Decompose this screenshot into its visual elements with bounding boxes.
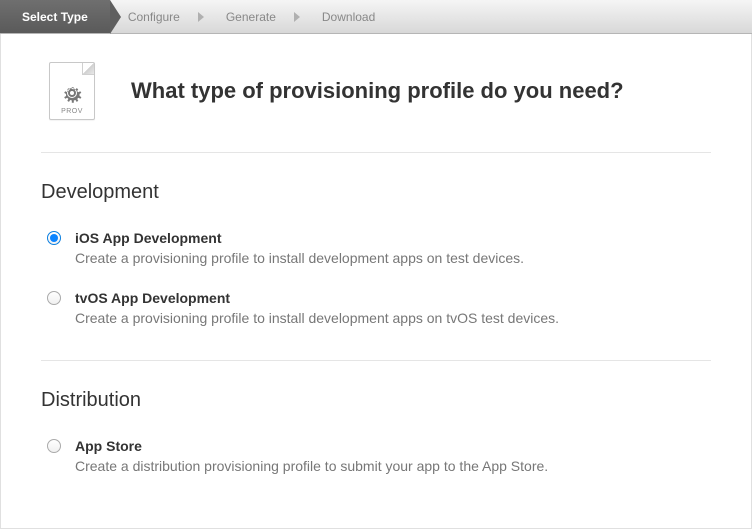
option-description: Create a provisioning profile to install…	[75, 310, 711, 326]
section-distribution: Distribution App Store Create a distribu…	[1, 361, 751, 508]
content-area: PROV What type of provisioning profile d…	[0, 34, 752, 529]
radio-input[interactable]	[47, 291, 61, 305]
option-description: Create a provisioning profile to install…	[75, 250, 711, 266]
option-app-store[interactable]: App Store Create a distribution provisio…	[41, 438, 711, 498]
option-text: iOS App Development Create a provisionin…	[75, 230, 711, 266]
option-label: App Store	[75, 438, 711, 454]
breadcrumb-step-download[interactable]: Download	[304, 0, 403, 33]
option-label: tvOS App Development	[75, 290, 711, 306]
option-text: tvOS App Development Create a provisioni…	[75, 290, 711, 326]
section-development: Development iOS App Development Create a…	[1, 153, 751, 360]
breadcrumb-label: Configure	[128, 10, 180, 24]
option-text: App Store Create a distribution provisio…	[75, 438, 711, 474]
option-label: iOS App Development	[75, 230, 711, 246]
breadcrumb-label: Download	[322, 10, 375, 24]
option-tvos-app-development[interactable]: tvOS App Development Create a provisioni…	[41, 290, 711, 350]
option-description: Create a distribution provisioning profi…	[75, 458, 711, 474]
page-title: What type of provisioning profile do you…	[131, 78, 624, 104]
provisioning-profile-icon: PROV	[49, 62, 95, 120]
breadcrumb-nav: Select Type Configure Generate Download	[0, 0, 752, 34]
gear-icon	[60, 81, 84, 105]
breadcrumb-label: Generate	[226, 10, 276, 24]
radio-input[interactable]	[47, 231, 61, 245]
option-ios-app-development[interactable]: iOS App Development Create a provisionin…	[41, 230, 711, 290]
breadcrumb-step-generate[interactable]: Generate	[208, 0, 304, 33]
breadcrumb-step-select-type[interactable]: Select Type	[0, 0, 110, 33]
header-row: PROV What type of provisioning profile d…	[1, 34, 751, 152]
radio-input[interactable]	[47, 439, 61, 453]
breadcrumb-step-configure[interactable]: Configure	[110, 0, 208, 33]
section-title: Development	[41, 181, 711, 204]
prov-icon-label: PROV	[61, 105, 83, 119]
breadcrumb-label: Select Type	[22, 10, 88, 24]
section-title: Distribution	[41, 389, 711, 412]
